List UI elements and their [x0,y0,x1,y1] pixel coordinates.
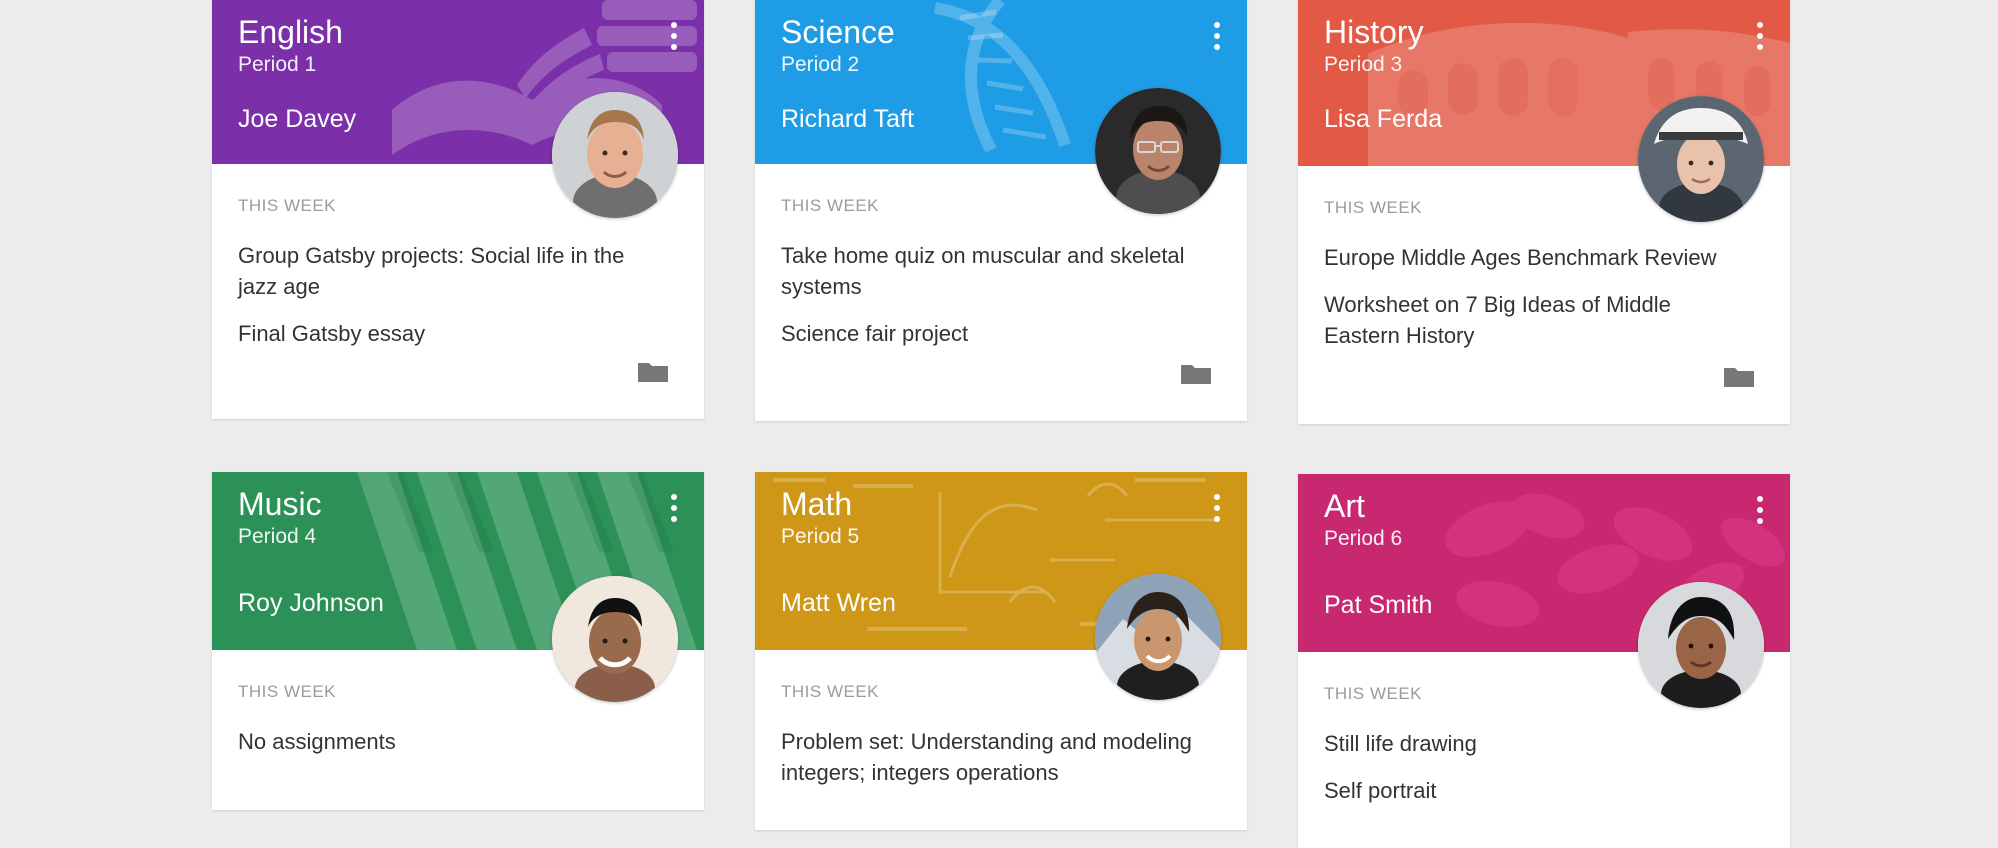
more-options-button[interactable] [1748,490,1772,530]
class-title: Art [1324,488,1365,524]
teacher-avatar [1095,574,1221,700]
teacher-name: Richard Taft [781,105,914,133]
class-title: Science [781,14,895,50]
more-options-button[interactable] [662,16,686,56]
class-period: Period 4 [238,525,317,548]
dot-icon [1214,22,1220,28]
teacher-avatar [552,92,678,218]
assignment-item[interactable]: Worksheet on 7 Big Ideas of Middle Easte… [1324,289,1744,351]
assignment-item[interactable]: Science fair project [781,318,1201,349]
dot-icon [1757,496,1763,502]
dot-icon [1757,518,1763,524]
class-card-art[interactable]: Art Period 6 Pat Smith THIS WEEK Still l… [1298,474,1790,848]
class-card-english[interactable]: English Period 1 Joe Davey THIS WEEK Gro… [212,0,704,419]
dot-icon [1214,33,1220,39]
dot-icon [671,22,677,28]
more-options-button[interactable] [662,488,686,528]
assignment-item[interactable]: Final Gatsby essay [238,318,658,349]
dot-icon [1757,44,1763,50]
dot-icon [1757,22,1763,28]
more-options-button[interactable] [1205,16,1229,56]
teacher-name: Joe Davey [238,105,357,133]
dot-icon [1757,33,1763,39]
more-options-button[interactable] [1205,488,1229,528]
class-period: Period 5 [781,525,860,548]
class-period: Period 3 [1324,53,1403,76]
dot-icon [1214,494,1220,500]
class-title: Math [781,486,853,522]
teacher-name: Matt Wren [781,589,896,617]
more-options-button[interactable] [1748,16,1772,56]
assignment-item[interactable]: No assignments [238,726,658,757]
class-title: History [1324,14,1424,50]
class-card-science[interactable]: Science Period 2 Richard Taft THIS WEEK … [755,0,1247,421]
class-card-music[interactable]: Music Period 4 Roy Johnson THIS WEEK No … [212,472,704,810]
teacher-avatar [1638,96,1764,222]
dot-icon [1214,44,1220,50]
dot-icon [1214,516,1220,522]
class-title: English [238,14,343,50]
dot-icon [671,44,677,50]
teacher-avatar [1095,88,1221,214]
class-period: Period 1 [238,53,317,76]
dot-icon [671,494,677,500]
class-card-math[interactable]: Math Period 5 Matt Wren THIS WEEK Proble… [755,472,1247,830]
dot-icon [671,516,677,522]
assignment-item[interactable]: Still life drawing [1324,728,1744,759]
teacher-name: Lisa Ferda [1324,105,1443,133]
teacher-avatar [1638,582,1764,708]
dot-icon [671,33,677,39]
folder-icon[interactable] [636,358,670,384]
assignment-item[interactable]: Self portrait [1324,775,1744,806]
teacher-name: Roy Johnson [238,589,384,617]
dot-icon [1757,507,1763,513]
class-title: Music [238,486,322,522]
assignment-item[interactable]: Europe Middle Ages Benchmark Review [1324,242,1744,273]
folder-icon[interactable] [1722,363,1756,389]
dot-icon [1214,505,1220,511]
assignment-item[interactable]: Take home quiz on muscular and skeletal … [781,240,1201,302]
assignment-item[interactable]: Problem set: Understanding and modeling … [781,726,1201,788]
class-period: Period 2 [781,53,860,76]
assignment-item[interactable]: Group Gatsby projects: Social life in th… [238,240,658,302]
class-period: Period 6 [1324,527,1403,550]
folder-icon[interactable] [1179,360,1213,386]
dot-icon [671,505,677,511]
teacher-name: Pat Smith [1324,591,1433,619]
teacher-avatar [552,576,678,702]
class-card-history[interactable]: History Period 3 Lisa Ferda THIS WEEK Eu… [1298,0,1790,424]
